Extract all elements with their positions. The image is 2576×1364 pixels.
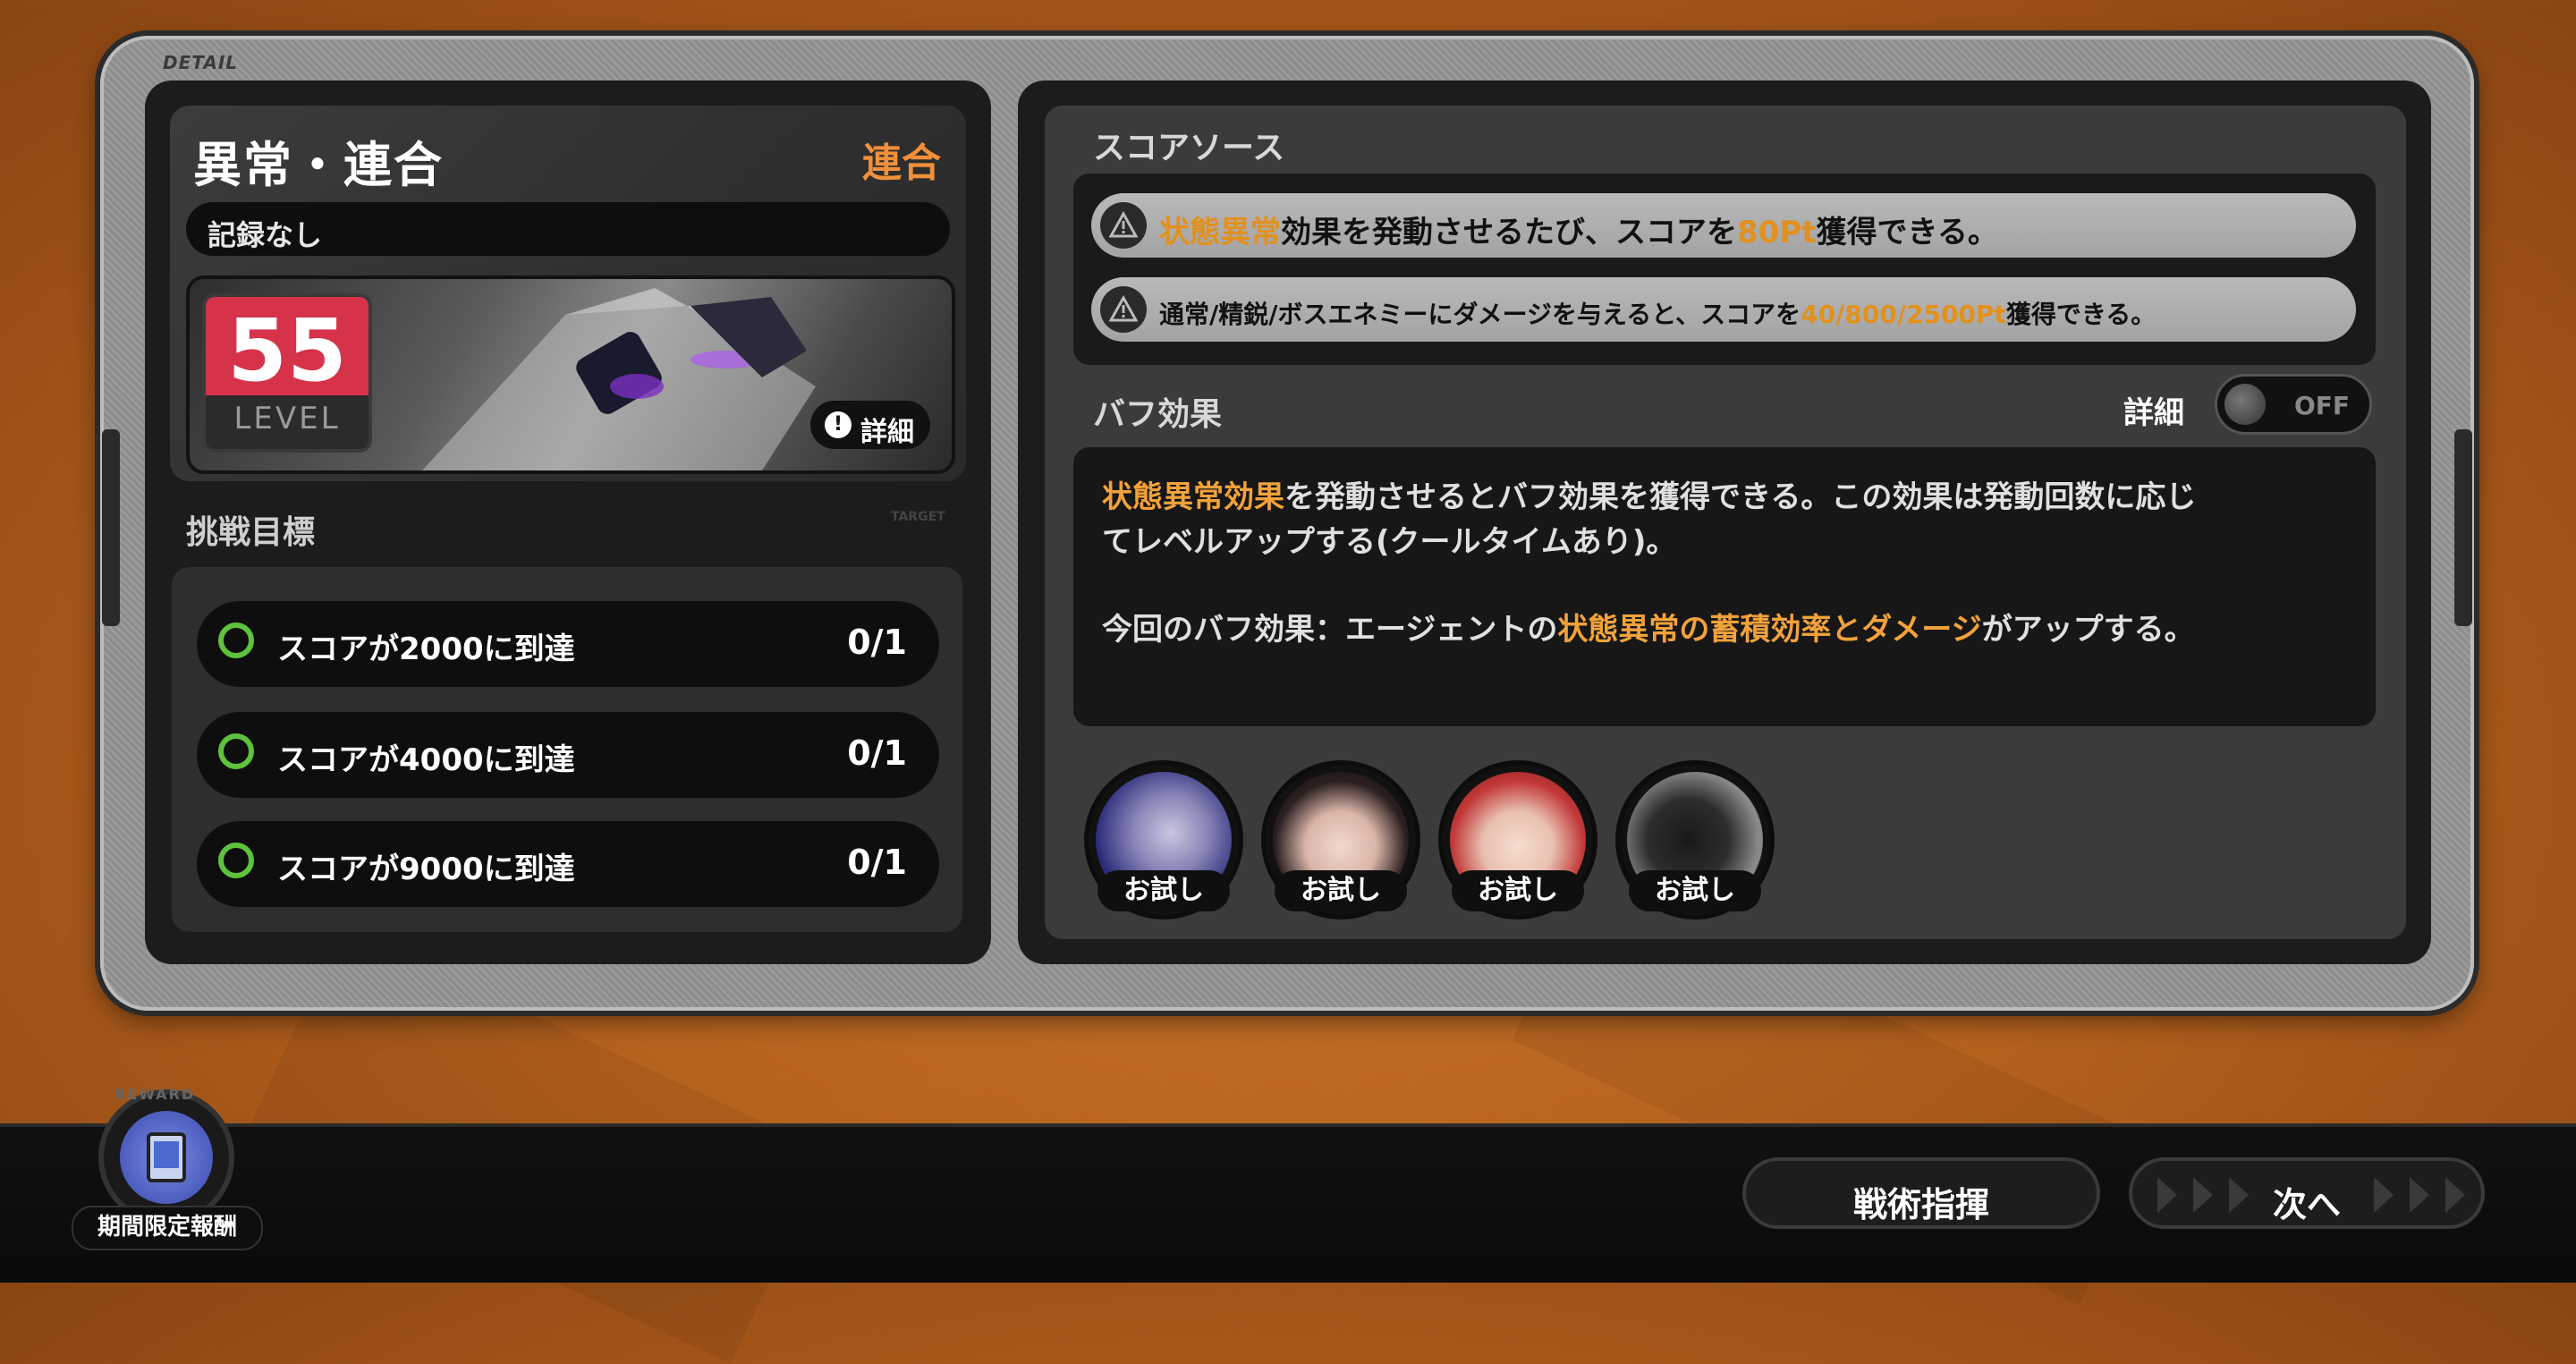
tactics-button-label: 戦術指揮 [1852, 1185, 1989, 1224]
trial-agent-1[interactable]: お試し [1084, 760, 1243, 919]
limited-reward-label: 期間限定報酬 [72, 1206, 263, 1250]
score-rule: 通常/精鋭/ボスエネミーにダメージを与えると、スコアを40/800/2500Pt… [1091, 277, 2356, 342]
score-rule: 状態異常効果を発動させるたび、スコアを80Pt獲得できる。 [1091, 193, 2356, 258]
frame-notch-right [2454, 429, 2472, 626]
goal-status-ring-icon [218, 623, 254, 658]
goal-count: 0/1 [847, 843, 907, 882]
goal-item: スコアが4000に到達 0/1 [197, 712, 939, 798]
buff-description-line: 状態異常効果を発動させるとバフ効果を獲得できる。この効果は発動回数に応じ [1102, 479, 2197, 515]
warning-icon [1100, 286, 1147, 333]
mode-tag: 連合 [862, 140, 941, 186]
trial-agent-3[interactable]: お試し [1438, 760, 1597, 919]
trial-label: お試し [1275, 870, 1407, 911]
frame-notch-left [102, 429, 120, 626]
target-title: 挑戦目標 [186, 514, 316, 551]
trial-label: お試し [1097, 870, 1230, 911]
goal-count: 0/1 [847, 623, 907, 662]
goal-status-ring-icon [218, 733, 254, 769]
tactics-button[interactable]: 戦術指揮 [1742, 1157, 2100, 1229]
goal-status-ring-icon [218, 843, 254, 878]
trial-label: お試し [1629, 870, 1761, 911]
goal-text: スコアが9000に到達 [277, 851, 575, 887]
next-button-label: 次へ [2272, 1185, 2341, 1224]
goal-count: 0/1 [847, 733, 907, 773]
level-badge: 55 LEVEL [202, 293, 372, 453]
trial-agent-2[interactable]: お試し [1261, 760, 1420, 919]
boss-detail-button[interactable]: ! 詳細 [810, 401, 930, 449]
buff-detail-toggle[interactable]: OFF [2215, 374, 2372, 435]
detail-tag: DETAIL [163, 52, 239, 73]
buff-detail-label: 詳細 [2123, 395, 2184, 431]
buff-title: バフ効果 [1093, 396, 1223, 433]
score-rule-text: 通常/精鋭/ボスエネミーにダメージを与えると、スコアを40/800/2500Pt… [1159, 300, 2157, 329]
score-rule-text: 状態異常効果を発動させるたび、スコアを80Pt獲得できる。 [1159, 215, 1998, 250]
level-label: LEVEL [233, 401, 341, 436]
score-source-title: スコアソース [1093, 130, 1285, 166]
level-number: 55 [227, 301, 347, 401]
buff-description-line: てレベルアップする(クールタイムあり)。 [1102, 524, 1677, 560]
record-text: 記録なし [208, 218, 323, 252]
buff-effect-line: 今回のバフ効果：エージェントの状態異常の蓄積効率とダメージがアップする。 [1102, 612, 2195, 648]
goal-item: スコアが9000に到達 0/1 [197, 821, 939, 907]
goal-item: スコアが2000に到達 0/1 [197, 601, 939, 687]
target-tag: TARGET [891, 510, 945, 524]
boss-detail-label: 詳細 [860, 417, 914, 448]
reward-icon [120, 1111, 213, 1204]
info-icon: ! [825, 411, 852, 438]
next-button[interactable]: 次へ [2129, 1157, 2485, 1229]
toggle-state: OFF [2294, 391, 2351, 420]
warning-icon [1100, 202, 1147, 249]
reward-tag: REWARD [114, 1086, 196, 1103]
toggle-knob [2224, 384, 2266, 425]
mode-title: 異常・連合 [193, 137, 444, 193]
trial-label: お試し [1452, 870, 1584, 911]
goal-text: スコアが2000に到達 [277, 631, 575, 667]
trial-agent-4[interactable]: お試し [1615, 760, 1775, 919]
goal-text: スコアが4000に到達 [277, 742, 575, 778]
